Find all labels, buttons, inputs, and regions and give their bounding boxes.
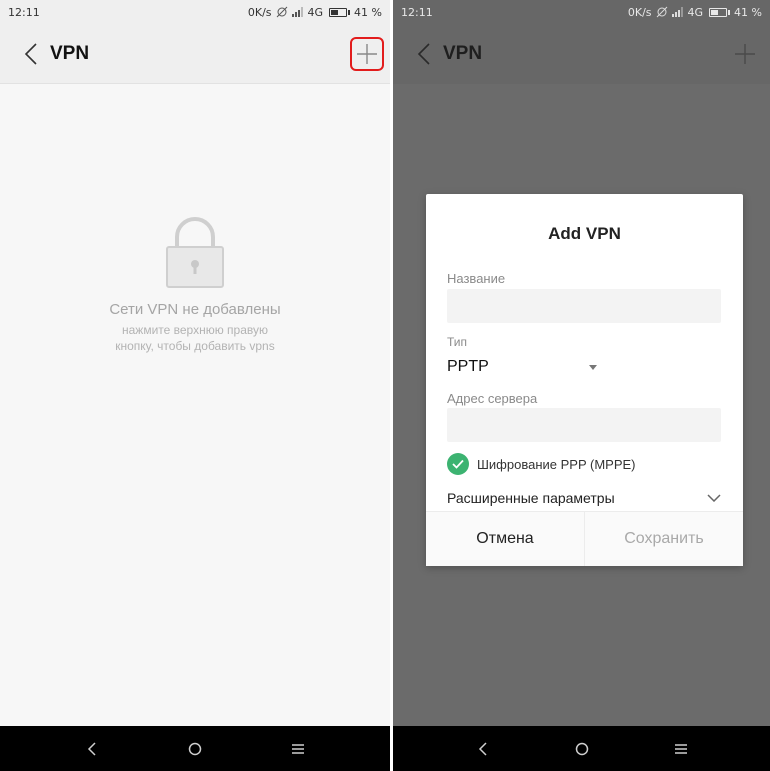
type-label: Тип: [447, 335, 468, 349]
menu-icon: [292, 743, 305, 754]
add-vpn-button[interactable]: [728, 37, 762, 71]
battery-icon: [329, 7, 348, 17]
plus-icon: [735, 44, 755, 64]
signal-icon: [291, 7, 303, 17]
cancel-button[interactable]: Отмена: [426, 512, 585, 566]
status-net-speed: 0K/s: [247, 5, 272, 19]
status-indicators: 0K/s 4G 41 %: [248, 6, 382, 19]
chevron-left-icon: [87, 741, 96, 756]
name-label: Название: [447, 271, 506, 286]
system-nav-bar: [393, 726, 770, 771]
nav-back-button[interactable]: [72, 729, 112, 769]
vpn-list-screen: 12:11 0K/s 4G 41 % VPN Сети VPN не добав…: [0, 0, 390, 771]
nav-back-button[interactable]: [463, 729, 503, 769]
server-label: Адрес сервера: [447, 391, 538, 406]
page-title: VPN: [50, 42, 90, 64]
status-net-speed: 0K/s: [627, 5, 652, 19]
chevron-down-icon: [707, 494, 721, 502]
status-time: 12:11: [401, 5, 433, 19]
nav-home-button[interactable]: [562, 729, 602, 769]
status-battery: 41 %: [354, 5, 382, 19]
menu-icon: [674, 743, 687, 754]
plus-icon: [357, 44, 377, 64]
lock-icon: [166, 217, 224, 288]
back-button[interactable]: [407, 34, 441, 74]
app-bar: VPN: [0, 24, 390, 84]
empty-subtitle-line2: кнопку, чтобы добавить vpns: [115, 339, 275, 353]
status-time: 12:11: [8, 5, 40, 19]
empty-subtitle-line1: нажмите верхнюю правую: [121, 323, 269, 337]
status-network: 4G: [687, 5, 704, 19]
dialog-buttons: Отмена Сохранить: [426, 511, 743, 566]
nav-menu-button[interactable]: [661, 729, 701, 769]
system-nav-bar: [0, 726, 390, 771]
type-select[interactable]: PPTP: [447, 356, 597, 378]
chevron-left-icon: [417, 43, 430, 65]
status-network: 4G: [307, 5, 324, 19]
back-button[interactable]: [14, 34, 48, 74]
check-circle-icon: [447, 453, 469, 475]
server-input[interactable]: [447, 408, 721, 442]
alarm-off-icon: [656, 6, 667, 18]
app-bar: VPN: [393, 24, 770, 84]
status-bar: 12:11 0K/s 4G 41 %: [393, 0, 770, 24]
chevron-left-icon: [478, 741, 487, 756]
page-title: VPN: [443, 43, 483, 64]
empty-state: Сети VPN не добавлены нажмите верхнюю пр…: [0, 215, 390, 354]
signal-icon: [671, 7, 683, 17]
encryption-toggle[interactable]: Шифрование PPP (MPPE): [447, 453, 636, 475]
add-vpn-button[interactable]: [350, 37, 384, 71]
screenshot-pair: 12:11 0K/s 4G 41 % VPN Сети VPN не добав…: [0, 0, 770, 771]
battery-tip: [728, 9, 731, 15]
battery-tip: [348, 9, 351, 15]
advanced-options-toggle[interactable]: Расширенные параметры: [447, 490, 721, 506]
dialog-title: Add VPN: [548, 224, 621, 243]
battery-icon: [709, 7, 728, 17]
nav-home-button[interactable]: [175, 729, 215, 769]
chevron-left-icon: [24, 42, 37, 65]
triangle-down-icon: [589, 364, 597, 370]
status-battery: 41 %: [734, 5, 762, 19]
add-vpn-screen: 12:11 0K/s 4G 41 % VPN Add VPN Название: [393, 0, 770, 771]
encryption-label: Шифрование PPP (MPPE): [477, 456, 636, 472]
alarm-off-icon: [276, 6, 287, 18]
circle-icon: [575, 742, 588, 755]
add-vpn-dialog: Add VPN Название Тип PPTP Адрес сервера …: [426, 194, 743, 566]
save-button[interactable]: Сохранить: [585, 512, 743, 566]
empty-title: Сети VPN не добавлены: [109, 301, 281, 318]
advanced-label: Расширенные параметры: [447, 490, 615, 506]
status-indicators: 0K/s 4G 41 %: [628, 6, 762, 19]
circle-icon: [188, 742, 202, 755]
type-value: PPTP: [447, 358, 489, 375]
name-input[interactable]: [447, 289, 721, 323]
status-bar: 12:11 0K/s 4G 41 %: [0, 0, 390, 24]
nav-menu-button[interactable]: [278, 729, 318, 769]
